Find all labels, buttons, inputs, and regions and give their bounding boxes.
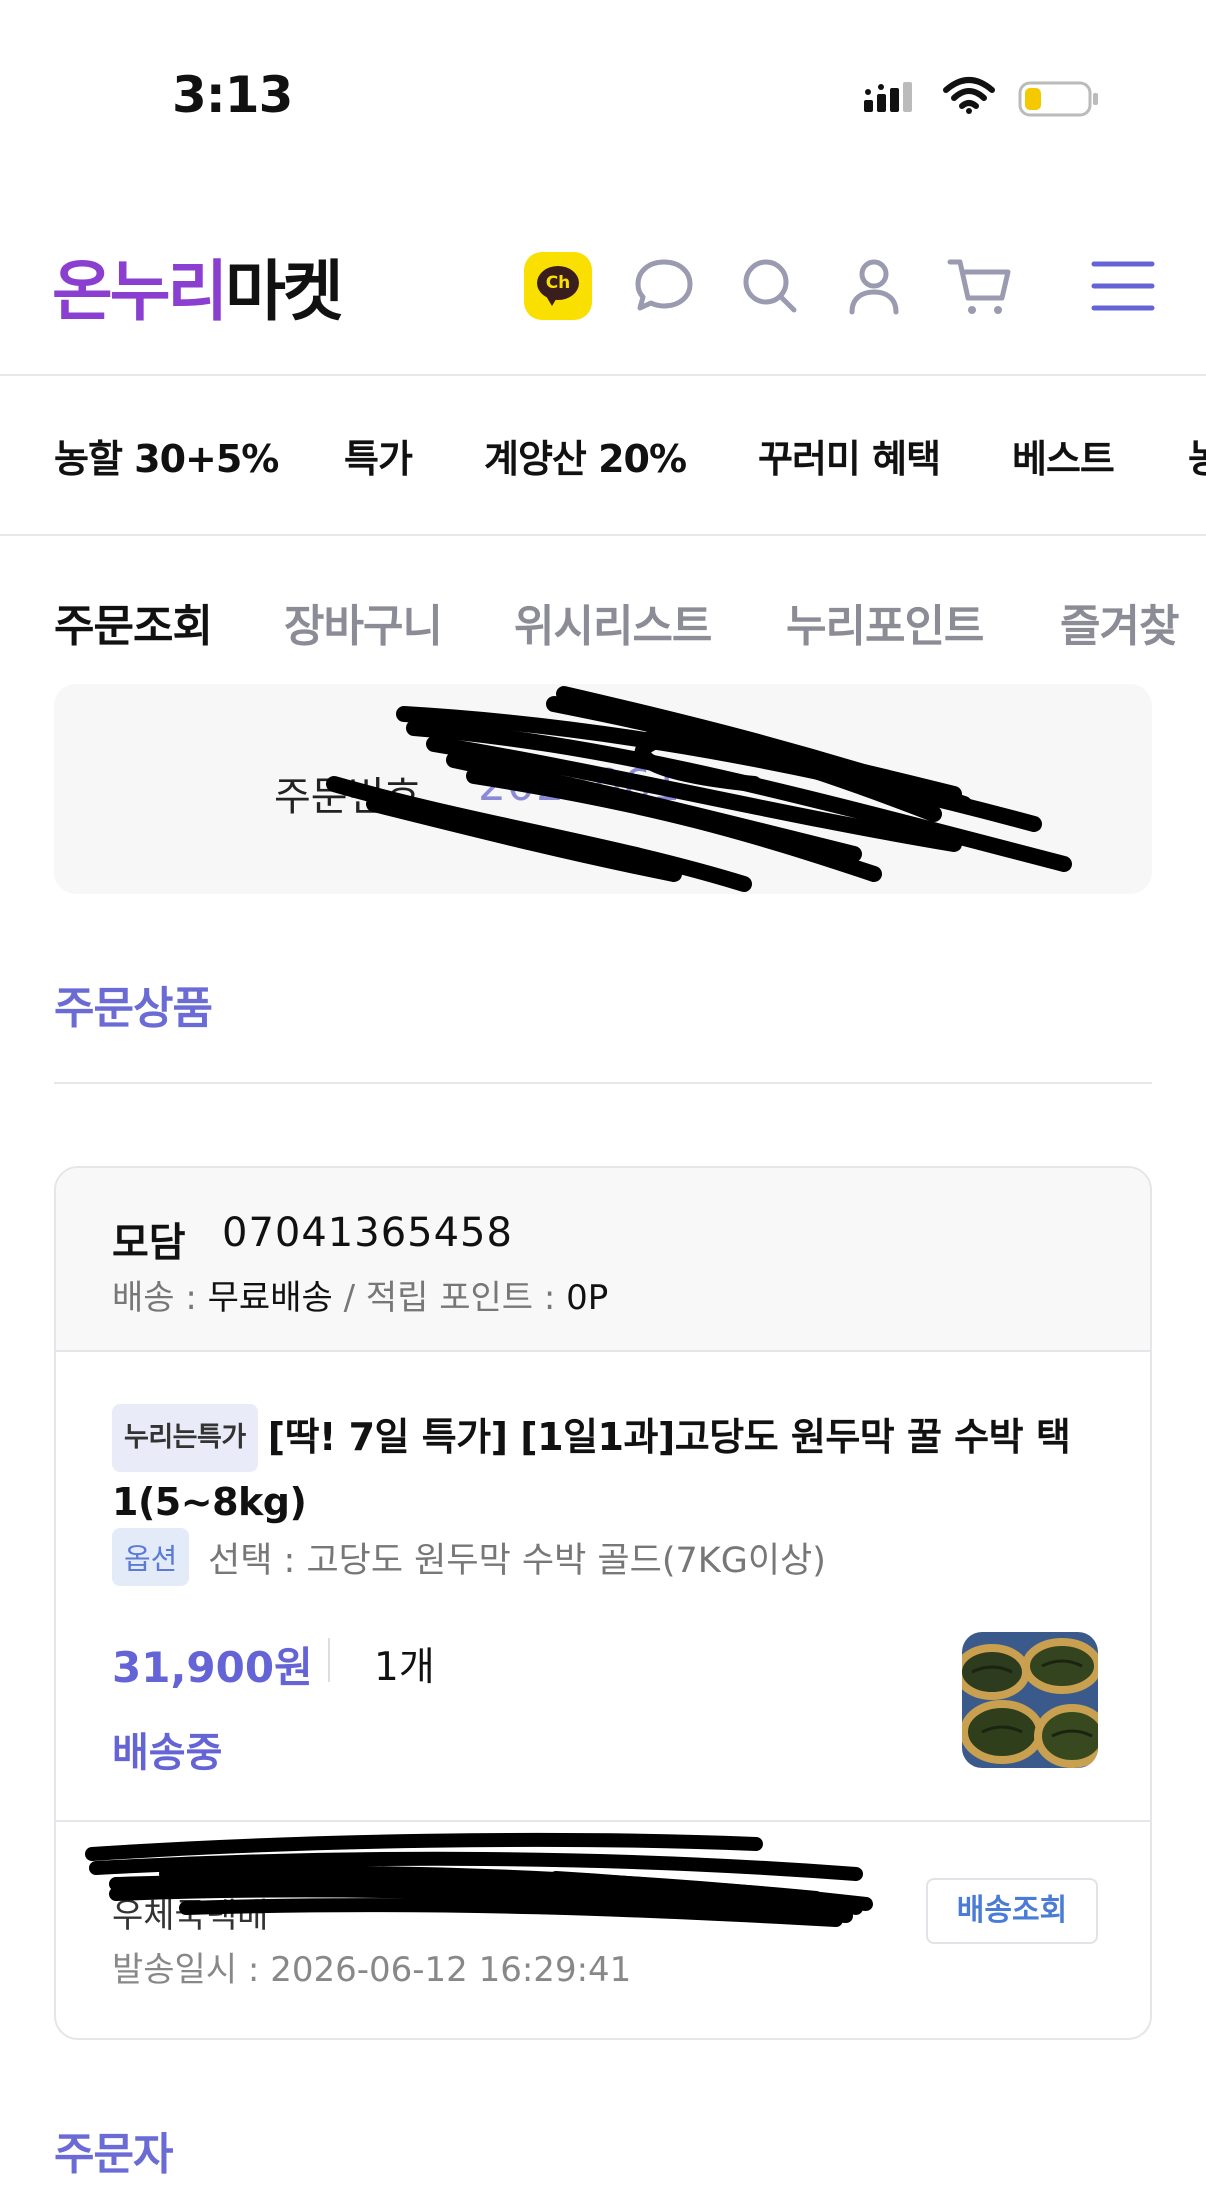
special-price-badge: 누리는특가 — [112, 1404, 258, 1472]
redaction-scribble — [326, 686, 1072, 892]
wifi-icon — [943, 77, 995, 114]
promo-nav-item[interactable]: 계양산 20% — [484, 428, 687, 483]
promo-divider — [0, 534, 1206, 536]
promo-nav-item[interactable]: 특가 — [344, 428, 413, 483]
product-title[interactable]: 누리는특가 [딱! 7일 특가] [1일1과]고당도 원두막 꿀 수박 택1(5~… — [112, 1404, 1112, 1528]
option-text: 선택 : 고당도 원두막 수박 골드(7KG이상) — [208, 1541, 826, 1581]
order-number-box: 주문번호 2026061... — [54, 684, 1152, 894]
promo-nav-item[interactable]: 농 — [1188, 428, 1206, 483]
tracking-info: 우체국택배 — [112, 1896, 269, 1936]
search-icon[interactable] — [734, 250, 806, 322]
shipping-label: 배송 : — [112, 1278, 208, 1318]
tab-wishlist[interactable]: 위시리스트 — [514, 590, 712, 654]
promo-nav-item[interactable]: 농할 30+5% — [54, 428, 279, 483]
sent-date: 발송일시 : 2026-06-12 16:29:41 — [112, 1950, 632, 1990]
promo-nav: 농할 30+5% 특가 계양산 20% 꾸러미 혜택 베스트 농 — [0, 376, 1206, 534]
seller-phone: 07041365458 — [222, 1210, 513, 1256]
menu-icon[interactable] — [1090, 250, 1156, 322]
product-quantity: 1개 — [374, 1645, 435, 1690]
kakao-channel-button[interactable]: Ch — [524, 252, 592, 320]
product-price: 31,900원 — [112, 1643, 313, 1692]
logo-text-market: 마켓 — [225, 253, 343, 330]
status-bar: 3:13 — [0, 0, 1206, 180]
seller-header: 모담 07041365458 배송 : 무료배송 / 적립 포인트 : 0P — [56, 1168, 1150, 1352]
section-title-products: 주문상품 — [54, 983, 213, 1034]
order-product-card: 모담 07041365458 배송 : 무료배송 / 적립 포인트 : 0P 누… — [54, 1166, 1152, 2040]
tab-cart[interactable]: 장바구니 — [284, 590, 443, 654]
shipping-value: 무료배송 — [207, 1278, 333, 1318]
site-header: 온누리마켓 Ch — [0, 230, 1206, 376]
cart-icon[interactable] — [944, 250, 1016, 322]
point-value: 0P — [566, 1278, 609, 1318]
chat-icon[interactable] — [628, 250, 700, 322]
section-divider — [54, 1082, 1152, 1084]
option-badge: 옵션 — [112, 1528, 190, 1586]
point-label: / 적립 포인트 : — [332, 1278, 567, 1318]
status-time: 3:13 — [172, 66, 293, 124]
user-icon[interactable] — [838, 250, 910, 322]
battery-icon — [1018, 81, 1098, 117]
tab-favorites[interactable]: 즐겨찾 — [1060, 590, 1179, 654]
product-thumbnail-image[interactable] — [962, 1632, 1098, 1768]
site-logo[interactable]: 온누리마켓 — [52, 238, 344, 334]
tab-nuri-points[interactable]: 누리포인트 — [786, 590, 984, 654]
seller-name: 모담 — [112, 1220, 186, 1266]
track-delivery-button[interactable]: 배송조회 — [926, 1878, 1098, 1944]
card-divider — [56, 1820, 1150, 1822]
promo-nav-item[interactable]: 꾸러미 혜택 — [758, 428, 941, 483]
shipping-info: 배송 : 무료배송 / 적립 포인트 : 0P — [112, 1270, 608, 1319]
kakao-channel-icon: Ch — [537, 266, 579, 300]
tab-order-lookup[interactable]: 주문조회 — [54, 590, 213, 654]
promo-nav-item[interactable]: 베스트 — [1012, 428, 1115, 483]
delivery-status: 배송중 — [112, 1730, 223, 1776]
section-title-orderer: 주문자 — [54, 2129, 173, 2180]
mypage-tabs: 주문조회 장바구니 위시리스트 누리포인트 즐겨찾 — [0, 590, 1206, 680]
price-separator — [328, 1638, 330, 1682]
logo-text-onnuri: 온누리 — [52, 253, 228, 330]
cellular-signal-icon — [864, 82, 912, 112]
